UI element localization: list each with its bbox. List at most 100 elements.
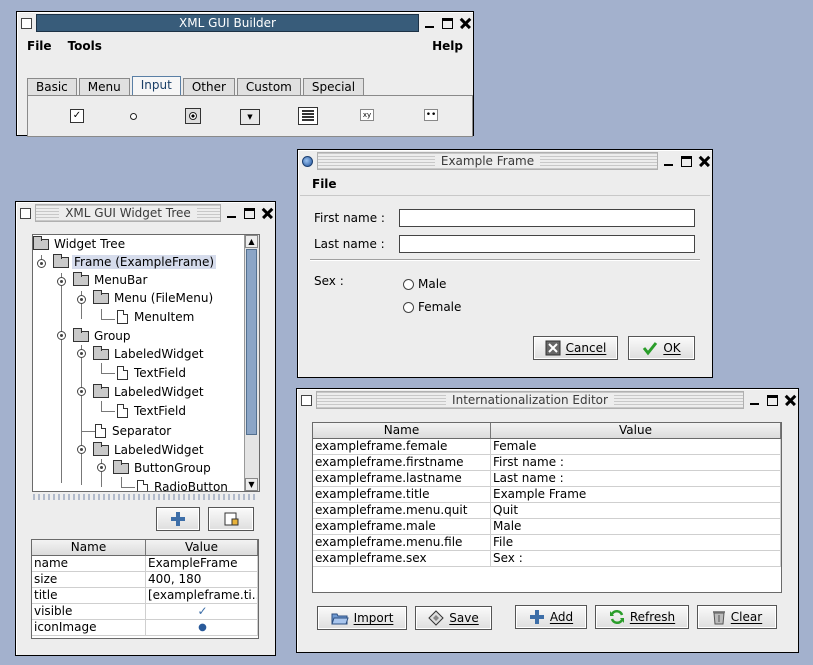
column-header-name[interactable]: Name <box>32 540 146 555</box>
maximize-icon[interactable] <box>767 394 778 406</box>
ok-button[interactable]: OK <box>628 336 695 360</box>
import-button[interactable]: Import <box>317 606 407 630</box>
maximize-icon[interactable] <box>244 207 255 219</box>
expander-icon[interactable] <box>77 387 86 396</box>
tree-scrollbar[interactable]: ▲ ▼ <box>244 235 259 491</box>
tree-node-textfield[interactable]: TextField <box>117 364 188 382</box>
table-row[interactable]: exampleframe.menu.file File <box>313 535 781 551</box>
tree-node-labeledwidget[interactable]: LabeledWidget <box>93 441 206 459</box>
tree-node-labeledwidget[interactable]: LabeledWidget <box>93 383 206 401</box>
table-row[interactable]: exampleframe.sex Sex : <box>313 551 781 567</box>
radio-widget-icon[interactable] <box>126 109 140 123</box>
radio-group-widget-icon[interactable] <box>185 108 201 124</box>
tab-custom[interactable]: Custom <box>236 78 301 95</box>
combobox-widget-icon[interactable]: ▼ <box>240 109 260 125</box>
visible-checkbox[interactable]: ✓ <box>146 604 258 619</box>
tree-hscroll-grip[interactable] <box>33 494 258 500</box>
menu-tools[interactable]: Tools <box>60 36 110 56</box>
male-radio[interactable]: Male <box>403 277 446 291</box>
tree-node-labeledwidget[interactable]: LabeledWidget <box>93 345 206 363</box>
scroll-up-icon[interactable]: ▲ <box>245 235 258 248</box>
icon-image-value[interactable]: ● <box>146 620 258 635</box>
table-row[interactable]: name ExampleFrame <box>32 556 258 572</box>
close-icon[interactable] <box>460 18 471 29</box>
table-row[interactable]: exampleframe.lastname Last name : <box>313 471 781 487</box>
widget-tree[interactable]: Widget Tree Frame (ExampleFrame) MenuBar… <box>32 234 260 492</box>
expander-icon[interactable] <box>97 463 106 472</box>
table-row[interactable]: exampleframe.firstname First name : <box>313 455 781 471</box>
column-header-value[interactable]: Value <box>146 540 258 555</box>
first-name-label: First name : <box>314 211 385 225</box>
save-button[interactable]: Save <box>415 606 492 630</box>
list-widget-icon[interactable] <box>298 107 318 125</box>
maximize-icon[interactable] <box>681 155 692 167</box>
example-titlebar[interactable]: Example Frame <box>300 152 710 170</box>
table-row[interactable]: visible ✓ <box>32 604 258 620</box>
tree-titlebar[interactable]: XML GUI Widget Tree <box>18 204 273 222</box>
builder-titlebar[interactable]: XML GUI Builder <box>19 14 471 32</box>
menu-help[interactable]: Help <box>424 36 471 56</box>
column-header-name[interactable]: Name <box>313 423 491 438</box>
maximize-icon[interactable] <box>442 17 453 29</box>
expander-icon[interactable] <box>37 259 46 268</box>
expander-icon[interactable] <box>77 445 86 454</box>
minimize-icon[interactable] <box>226 208 237 219</box>
i18n-titlebar[interactable]: Internationalization Editor <box>299 391 796 409</box>
tree-node-menubar[interactable]: MenuBar <box>73 271 149 289</box>
expander-icon[interactable] <box>77 349 86 358</box>
table-row[interactable]: exampleframe.title Example Frame <box>313 487 781 503</box>
tree-node-menuitem[interactable]: MenuItem <box>117 308 196 326</box>
xy-widget-icon[interactable]: xy <box>360 109 374 121</box>
tree-node-root[interactable]: Widget Tree <box>33 235 127 253</box>
tree-node-radiobutton[interactable]: RadioButton <box>137 478 230 491</box>
scroll-down-icon[interactable]: ▼ <box>245 478 258 491</box>
table-row[interactable]: title [exampleframe.ti... <box>32 588 258 604</box>
menu-file[interactable]: File <box>300 174 345 194</box>
tree-node-group[interactable]: Group <box>73 327 133 345</box>
table-row[interactable]: exampleframe.female Female <box>313 439 781 455</box>
tab-input[interactable]: Input <box>131 76 181 95</box>
last-name-field[interactable] <box>399 235 695 253</box>
tree-node-frame[interactable]: Frame (ExampleFrame) <box>53 253 217 271</box>
first-name-field[interactable] <box>399 209 695 227</box>
tab-basic[interactable]: Basic <box>27 78 77 95</box>
window-menu-icon[interactable] <box>20 207 31 219</box>
close-icon[interactable] <box>699 156 710 167</box>
expander-icon[interactable] <box>57 331 66 340</box>
spinner-widget-icon[interactable]: •• <box>424 109 438 121</box>
window-menu-icon[interactable] <box>21 17 32 29</box>
add-node-button[interactable] <box>156 507 200 531</box>
minimize-icon[interactable] <box>749 395 760 406</box>
close-icon[interactable] <box>262 208 273 219</box>
table-row[interactable]: exampleframe.menu.quit Quit <box>313 503 781 519</box>
tab-menu[interactable]: Menu <box>78 78 130 95</box>
menu-file[interactable]: File <box>19 36 60 56</box>
window-menu-icon[interactable] <box>301 394 312 406</box>
close-icon[interactable] <box>785 395 796 406</box>
female-radio[interactable]: Female <box>403 300 461 314</box>
clear-button[interactable]: Clear <box>697 605 777 629</box>
table-row[interactable]: size 400, 180 <box>32 572 258 588</box>
cancel-button[interactable]: Cancel <box>533 336 618 360</box>
tree-node-textfield[interactable]: TextField <box>117 402 188 420</box>
column-header-value[interactable]: Value <box>491 423 781 438</box>
add-button[interactable]: Add <box>515 605 587 629</box>
table-row[interactable]: exampleframe.male Male <box>313 519 781 535</box>
tree-node-menu[interactable]: Menu (FileMenu) <box>93 289 215 307</box>
expander-icon[interactable] <box>57 277 66 286</box>
tree-node-separator[interactable]: Separator <box>95 422 173 440</box>
edit-node-button[interactable] <box>208 507 254 531</box>
tree-node-buttongroup[interactable]: ButtonGroup <box>113 459 213 477</box>
scroll-thumb[interactable] <box>246 249 257 435</box>
tab-special[interactable]: Special <box>302 78 365 95</box>
app-globe-icon[interactable] <box>302 155 313 167</box>
refresh-button[interactable]: Refresh <box>595 605 689 629</box>
translations-table[interactable]: Name Value exampleframe.female Female exa… <box>312 422 782 593</box>
expander-icon[interactable] <box>77 295 86 304</box>
table-row[interactable]: iconImage ● <box>32 620 258 636</box>
minimize-icon[interactable] <box>424 18 435 29</box>
minimize-icon[interactable] <box>663 156 674 167</box>
tab-other[interactable]: Other <box>182 78 235 95</box>
checkbox-widget-icon[interactable]: ✓ <box>70 109 84 123</box>
properties-table[interactable]: Name Value name ExampleFrame size 400, 180… <box>31 539 259 639</box>
